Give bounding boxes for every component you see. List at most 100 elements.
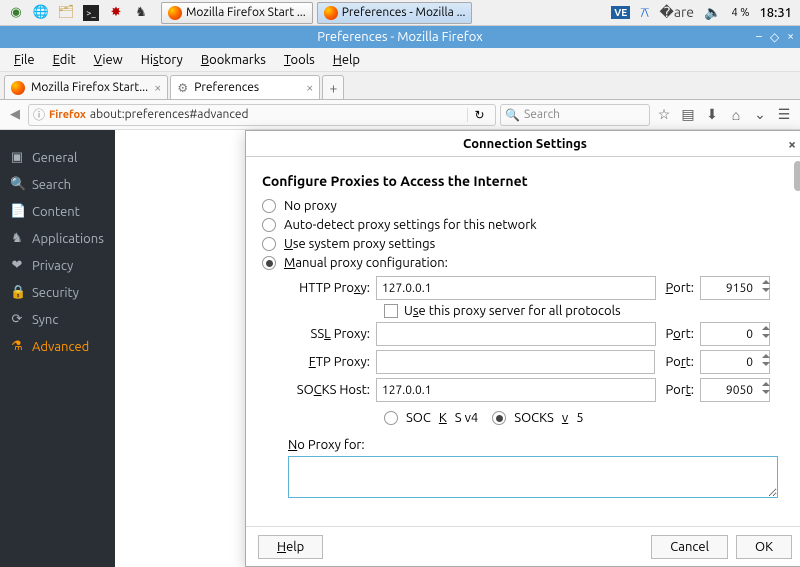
lock-icon: 🔒 <box>10 285 24 300</box>
radio-system-proxy[interactable]: Use system proxy settings <box>262 237 788 251</box>
menu-view[interactable]: View <box>86 51 131 69</box>
menu-help[interactable]: Help <box>325 51 368 69</box>
connection-settings-dialog: Connection Settings × Configure Proxies … <box>245 130 800 567</box>
wifi-icon[interactable]: �are <box>659 4 694 21</box>
radio-icon[interactable] <box>262 237 276 251</box>
cancel-button[interactable]: Cancel <box>651 535 728 559</box>
clock[interactable]: 18:31 <box>759 6 792 20</box>
menu-tools[interactable]: Tools <box>276 51 323 69</box>
radio-auto-detect[interactable]: Auto-detect proxy settings for this netw… <box>262 218 788 232</box>
library-icon[interactable]: ▤ <box>678 106 698 123</box>
dialog-title: Connection Settings <box>463 137 587 151</box>
sidebar-item-applications[interactable]: ♞Applications <box>0 225 115 252</box>
taskbar-button-firefox-start[interactable]: Mozilla Firefox Start ... <box>161 2 313 24</box>
menu-history[interactable]: History <box>133 51 191 69</box>
menu-file[interactable]: File <box>6 51 43 69</box>
globe-icon[interactable]: 🌐 <box>33 5 49 21</box>
sidebar-item-search[interactable]: 🔍Search <box>0 171 115 198</box>
preferences-sidebar: ▣General 🔍Search 📄Content ♞Applications … <box>0 130 115 567</box>
amarok-icon[interactable]: ♞ <box>133 5 149 21</box>
ssl-port-input[interactable] <box>700 322 770 346</box>
tab-strip: Mozilla Firefox Start... × ⚙ Preferences… <box>0 72 800 100</box>
identity-label: Firefox <box>49 109 86 121</box>
radio-icon[interactable] <box>492 411 506 425</box>
radio-icon[interactable] <box>262 199 276 213</box>
sidebar-item-content[interactable]: 📄Content <box>0 198 115 225</box>
radio-icon[interactable] <box>384 411 398 425</box>
close-icon[interactable]: × <box>787 30 794 44</box>
back-button[interactable]: ◀ <box>6 107 24 122</box>
socks-host-input[interactable] <box>376 378 656 402</box>
preferences-page: ▣General 🔍Search 📄Content ♞Applications … <box>0 130 800 567</box>
files-icon[interactable]: 🗂 <box>58 5 74 21</box>
window-titlebar: Preferences - Mozilla Firefox – ◇ × <box>0 26 800 48</box>
radio-icon[interactable] <box>262 218 276 232</box>
maximize-icon[interactable]: ◇ <box>770 30 779 44</box>
pocket-icon[interactable]: ⌄ <box>750 106 770 123</box>
sidebar-item-general[interactable]: ▣General <box>0 144 115 171</box>
search-box[interactable]: 🔍 Search <box>500 104 650 126</box>
scrollbar-thumb[interactable] <box>794 161 800 191</box>
firefox-icon <box>324 6 338 20</box>
port-label: Port: <box>666 327 695 341</box>
volume-icon[interactable]: 🔈 <box>704 4 721 21</box>
proxy-config-grid: HTTP Proxy: Port: Use this proxy server … <box>290 276 788 430</box>
bluetooth-icon[interactable]: ⚻ <box>640 4 649 21</box>
menu-edit[interactable]: Edit <box>45 51 84 69</box>
tab-label: Preferences <box>194 81 259 94</box>
tab-firefox-start[interactable]: Mozilla Firefox Start... × <box>4 75 168 99</box>
port-label: Port: <box>665 355 694 369</box>
minimize-icon[interactable]: – <box>756 30 762 44</box>
socks-host-label: SOCKS Host: <box>290 383 370 397</box>
radio-no-proxy[interactable]: No proxy <box>262 199 788 213</box>
scrollbar[interactable] <box>794 161 800 522</box>
ssl-proxy-label: SSL Proxy: <box>290 327 370 341</box>
use-for-all-checkbox-row[interactable]: Use this proxy server for all protocols <box>384 304 788 318</box>
ftp-port-input[interactable] <box>700 350 770 374</box>
bug-icon[interactable]: ✸ <box>108 5 124 21</box>
sidebar-item-security[interactable]: 🔒Security <box>0 279 115 306</box>
reload-icon[interactable]: ↻ <box>467 108 491 122</box>
ftp-proxy-input[interactable] <box>376 350 655 374</box>
bookmark-star-icon[interactable]: ☆ <box>654 106 674 123</box>
port-label: Port: <box>666 383 695 397</box>
socks-port-input[interactable] <box>700 378 770 402</box>
navigation-toolbar: ◀ ⓘ Firefox about:preferences#advanced ↻… <box>0 100 800 130</box>
downloads-icon[interactable]: ⬇ <box>702 106 722 123</box>
home-icon[interactable]: ⌂ <box>726 107 746 123</box>
radio-socks5[interactable]: SOCKS v5 <box>492 411 583 425</box>
new-tab-button[interactable]: + <box>322 75 344 99</box>
search-icon: 🔍 <box>505 108 520 122</box>
help-button[interactable]: Help <box>258 535 323 559</box>
terminal-icon[interactable]: >_ <box>83 5 99 21</box>
taskbar-button-preferences[interactable]: Preferences - Mozilla ... <box>317 2 473 24</box>
radio-manual-proxy[interactable]: Manual proxy configuration: <box>262 256 788 270</box>
checkbox-icon[interactable] <box>384 304 398 318</box>
url-text: about:preferences#advanced <box>90 108 249 121</box>
sidebar-item-privacy[interactable]: ❤Privacy <box>0 252 115 279</box>
menu-bookmarks[interactable]: Bookmarks <box>193 51 274 69</box>
close-icon[interactable]: × <box>154 81 161 95</box>
sidebar-item-advanced[interactable]: ⚗Advanced <box>0 333 115 360</box>
close-icon[interactable]: × <box>788 136 796 152</box>
close-icon[interactable]: × <box>306 81 313 95</box>
gear-icon: ⚙ <box>177 81 188 95</box>
battery-status[interactable]: 4 % <box>731 7 749 19</box>
vnc-icon[interactable]: VE <box>611 6 630 19</box>
address-bar[interactable]: ⓘ Firefox about:preferences#advanced ↻ <box>28 104 496 126</box>
tab-label: Mozilla Firefox Start... <box>31 81 148 94</box>
menu-icon[interactable]: ◉ <box>8 5 24 21</box>
ok-button[interactable]: OK <box>736 535 792 559</box>
search-placeholder: Search <box>524 108 560 121</box>
ssl-proxy-input[interactable] <box>376 322 656 346</box>
http-port-input[interactable] <box>700 276 770 300</box>
radio-icon[interactable] <box>262 256 276 270</box>
no-proxy-for-input[interactable] <box>288 456 778 498</box>
hamburger-icon[interactable]: ☰ <box>774 106 794 123</box>
http-proxy-input[interactable] <box>376 276 656 300</box>
radio-socks4[interactable]: SOCKS v4 <box>384 411 478 425</box>
info-icon[interactable]: ⓘ <box>33 106 45 123</box>
sidebar-item-sync[interactable]: ⟳Sync <box>0 306 115 333</box>
tab-preferences[interactable]: ⚙ Preferences × <box>170 75 320 99</box>
sync-icon: ⟳ <box>10 312 24 327</box>
